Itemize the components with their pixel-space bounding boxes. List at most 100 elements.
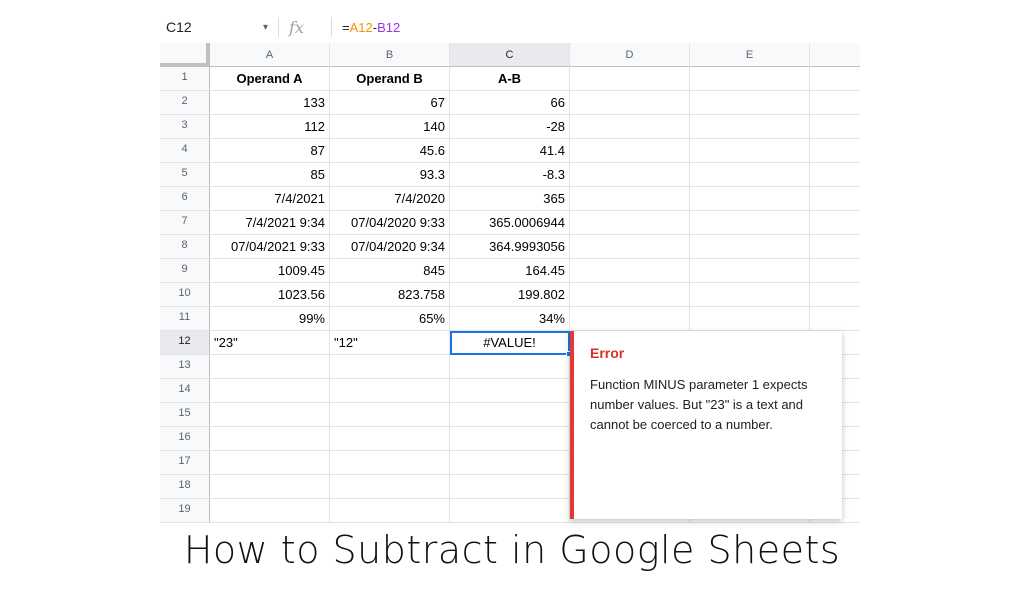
row-header-5[interactable]: 5 — [160, 163, 210, 187]
column-header-f[interactable] — [810, 43, 860, 67]
row-header-3[interactable]: 3 — [160, 115, 210, 139]
cell-f8[interactable] — [810, 235, 860, 259]
column-header-e[interactable]: E — [690, 43, 810, 67]
cell-c17[interactable] — [450, 451, 570, 475]
cell-a9[interactable]: 1009.45 — [210, 259, 330, 283]
cell-e5[interactable] — [690, 163, 810, 187]
cell-c1[interactable]: A-B — [450, 67, 570, 91]
cell-b14[interactable] — [330, 379, 450, 403]
cell-e6[interactable] — [690, 187, 810, 211]
cell-a7[interactable]: 7/4/2021 9:34 — [210, 211, 330, 235]
cell-b2[interactable]: 67 — [330, 91, 450, 115]
cell-e7[interactable] — [690, 211, 810, 235]
cell-b5[interactable]: 93.3 — [330, 163, 450, 187]
cell-f7[interactable] — [810, 211, 860, 235]
cell-c13[interactable] — [450, 355, 570, 379]
cell-a16[interactable] — [210, 427, 330, 451]
row-header-7[interactable]: 7 — [160, 211, 210, 235]
cell-b8[interactable]: 07/04/2020 9:34 — [330, 235, 450, 259]
cell-e9[interactable] — [690, 259, 810, 283]
cell-d10[interactable] — [570, 283, 690, 307]
cell-c18[interactable] — [450, 475, 570, 499]
cell-f5[interactable] — [810, 163, 860, 187]
cell-f2[interactable] — [810, 91, 860, 115]
cell-c7[interactable]: 365.0006944 — [450, 211, 570, 235]
row-header-18[interactable]: 18 — [160, 475, 210, 499]
cell-c9[interactable]: 164.45 — [450, 259, 570, 283]
cell-c19[interactable] — [450, 499, 570, 523]
formula-input[interactable]: = A12- B12 — [342, 12, 400, 42]
row-header-14[interactable]: 14 — [160, 379, 210, 403]
cell-b11[interactable]: 65% — [330, 307, 450, 331]
row-header-15[interactable]: 15 — [160, 403, 210, 427]
column-header-a[interactable]: A — [210, 43, 330, 67]
cell-c3[interactable]: -28 — [450, 115, 570, 139]
cell-c5[interactable]: -8.3 — [450, 163, 570, 187]
cell-c10[interactable]: 199.802 — [450, 283, 570, 307]
cell-a8[interactable]: 07/04/2021 9:33 — [210, 235, 330, 259]
cell-f3[interactable] — [810, 115, 860, 139]
row-header-11[interactable]: 11 — [160, 307, 210, 331]
cell-b13[interactable] — [330, 355, 450, 379]
cell-b15[interactable] — [330, 403, 450, 427]
cell-b9[interactable]: 845 — [330, 259, 450, 283]
row-header-8[interactable]: 8 — [160, 235, 210, 259]
cell-d8[interactable] — [570, 235, 690, 259]
select-all-corner[interactable] — [160, 43, 210, 67]
cell-a4[interactable]: 87 — [210, 139, 330, 163]
cell-c8[interactable]: 364.9993056 — [450, 235, 570, 259]
row-header-19[interactable]: 19 — [160, 499, 210, 523]
cell-e2[interactable] — [690, 91, 810, 115]
cell-a1[interactable]: Operand A — [210, 67, 330, 91]
cell-e8[interactable] — [690, 235, 810, 259]
cell-a13[interactable] — [210, 355, 330, 379]
row-header-4[interactable]: 4 — [160, 139, 210, 163]
cell-f4[interactable] — [810, 139, 860, 163]
cell-a5[interactable]: 85 — [210, 163, 330, 187]
cell-a2[interactable]: 133 — [210, 91, 330, 115]
cell-f9[interactable] — [810, 259, 860, 283]
cell-b3[interactable]: 140 — [330, 115, 450, 139]
cell-f11[interactable] — [810, 307, 860, 331]
cell-c2[interactable]: 66 — [450, 91, 570, 115]
cell-d5[interactable] — [570, 163, 690, 187]
row-header-10[interactable]: 10 — [160, 283, 210, 307]
cell-e3[interactable] — [690, 115, 810, 139]
cell-b17[interactable] — [330, 451, 450, 475]
row-header-9[interactable]: 9 — [160, 259, 210, 283]
cell-d7[interactable] — [570, 211, 690, 235]
cell-a10[interactable]: 1023.56 — [210, 283, 330, 307]
cell-c11[interactable]: 34% — [450, 307, 570, 331]
chevron-down-icon[interactable]: ▾ — [263, 12, 268, 42]
cell-c15[interactable] — [450, 403, 570, 427]
cell-b6[interactable]: 7/4/2020 — [330, 187, 450, 211]
column-header-c[interactable]: C — [450, 43, 570, 67]
cell-b19[interactable] — [330, 499, 450, 523]
cell-a14[interactable] — [210, 379, 330, 403]
cell-b4[interactable]: 45.6 — [330, 139, 450, 163]
cell-a3[interactable]: 112 — [210, 115, 330, 139]
row-header-1[interactable]: 1 — [160, 67, 210, 91]
cell-a19[interactable] — [210, 499, 330, 523]
cell-b12[interactable]: "12" — [330, 331, 450, 355]
cell-d3[interactable] — [570, 115, 690, 139]
cell-a18[interactable] — [210, 475, 330, 499]
cell-f6[interactable] — [810, 187, 860, 211]
cell-a6[interactable]: 7/4/2021 — [210, 187, 330, 211]
cell-c14[interactable] — [450, 379, 570, 403]
cell-d6[interactable] — [570, 187, 690, 211]
cell-a12[interactable]: "23" — [210, 331, 330, 355]
row-header-2[interactable]: 2 — [160, 91, 210, 115]
cell-f10[interactable] — [810, 283, 860, 307]
cell-c16[interactable] — [450, 427, 570, 451]
column-header-b[interactable]: B — [330, 43, 450, 67]
cell-a17[interactable] — [210, 451, 330, 475]
cell-c12[interactable]: #VALUE! — [450, 331, 572, 357]
row-header-12[interactable]: 12 — [160, 331, 210, 355]
cell-d1[interactable] — [570, 67, 690, 91]
cell-d11[interactable] — [570, 307, 690, 331]
row-header-6[interactable]: 6 — [160, 187, 210, 211]
cell-b10[interactable]: 823.758 — [330, 283, 450, 307]
cell-e4[interactable] — [690, 139, 810, 163]
cell-d4[interactable] — [570, 139, 690, 163]
